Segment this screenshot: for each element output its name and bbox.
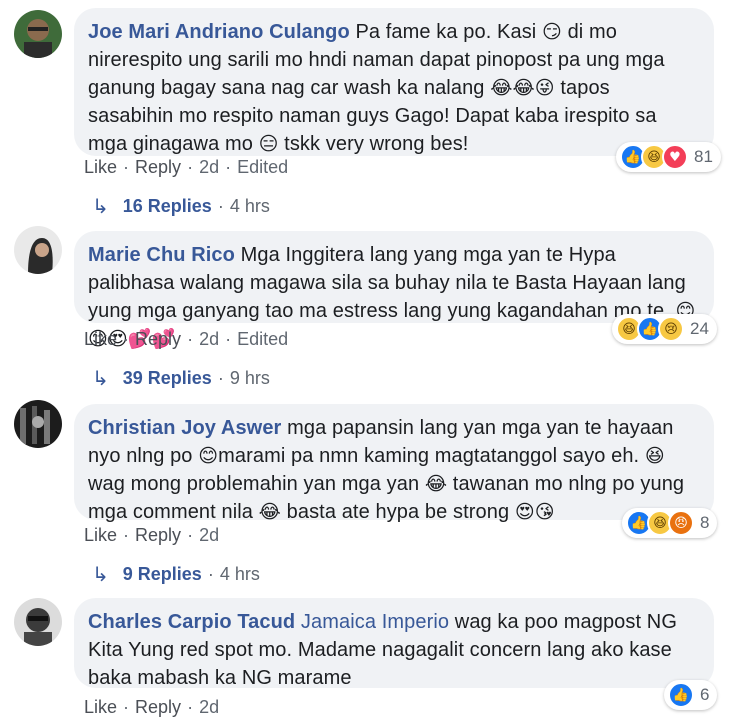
reaction-summary[interactable]: 👍 😆 ♥ 81 bbox=[616, 142, 721, 172]
avatar[interactable] bbox=[14, 226, 62, 274]
comment-actions: Like · Reply · 2d · Edited bbox=[84, 329, 289, 350]
reaction-count: 81 bbox=[694, 147, 713, 166]
comment-time[interactable]: 2d bbox=[199, 329, 219, 350]
view-replies-link[interactable]: ↳ 9 Replies · 4 hrs bbox=[92, 562, 260, 586]
reaction-summary[interactable]: 👍 😆 😠 8 bbox=[622, 508, 718, 538]
comment-author[interactable]: Joe Mari Andriano Culango bbox=[88, 21, 350, 43]
reply-link[interactable]: Reply bbox=[135, 525, 181, 546]
reply-link[interactable]: Reply bbox=[135, 697, 181, 718]
like-link[interactable]: Like bbox=[84, 525, 117, 546]
comment-bubble: Christian Joy Aswer mga papansin lang ya… bbox=[74, 404, 714, 523]
avatar[interactable] bbox=[14, 598, 62, 646]
like-link[interactable]: Like bbox=[84, 157, 117, 178]
like-link[interactable]: Like bbox=[84, 329, 117, 350]
reaction-count: 8 bbox=[700, 513, 710, 532]
reply-arrow-icon: ↳ bbox=[92, 562, 109, 586]
sad-face-icon: 😢 bbox=[658, 316, 684, 342]
mention-link[interactable]: Jamaica Imperio bbox=[301, 611, 449, 633]
reaction-summary[interactable]: 👍 6 bbox=[664, 680, 718, 710]
comment-author[interactable]: Christian Joy Aswer bbox=[88, 417, 281, 439]
avatar[interactable] bbox=[14, 10, 62, 58]
edited-label: Edited bbox=[237, 157, 289, 177]
reply-time: 4 hrs bbox=[219, 563, 260, 584]
reply-link[interactable]: Reply bbox=[135, 329, 181, 350]
comment-author[interactable]: Charles Carpio Tacud bbox=[88, 611, 295, 633]
reply-arrow-icon: ↳ bbox=[92, 366, 109, 390]
comment-time[interactable]: 2d bbox=[199, 525, 219, 546]
reaction-count: 6 bbox=[700, 685, 710, 704]
avatar[interactable] bbox=[14, 400, 62, 448]
reply-time: 9 hrs bbox=[229, 367, 270, 388]
thumbs-up-icon: 👍 bbox=[668, 682, 694, 708]
comment-time[interactable]: 2d bbox=[199, 157, 219, 178]
angry-face-icon: 😠 bbox=[668, 510, 694, 536]
comment-time[interactable]: 2d bbox=[199, 697, 219, 718]
comment-bubble: Charles Carpio Tacud Jamaica Imperio wag… bbox=[74, 598, 714, 689]
heart-icon: ♥ bbox=[662, 144, 688, 170]
like-link[interactable]: Like bbox=[84, 697, 117, 718]
comment-bubble: Marie Chu Rico Mga Inggitera lang yang m… bbox=[74, 231, 714, 350]
comment-actions: Like · Reply · 2d bbox=[84, 697, 220, 718]
reply-time: 4 hrs bbox=[229, 195, 270, 216]
reaction-summary[interactable]: 😆 👍 😢 24 bbox=[612, 314, 717, 344]
reply-count[interactable]: 39 Replies bbox=[123, 368, 212, 389]
comment-actions: Like · Reply · 2d bbox=[84, 525, 220, 546]
reaction-count: 24 bbox=[690, 319, 709, 338]
reply-count[interactable]: 16 Replies bbox=[123, 196, 212, 217]
reply-arrow-icon: ↳ bbox=[92, 194, 109, 218]
reply-link[interactable]: Reply bbox=[135, 157, 181, 178]
comment-author[interactable]: Marie Chu Rico bbox=[88, 244, 235, 266]
comment-actions: Like · Reply · 2d · Edited bbox=[84, 157, 289, 178]
view-replies-link[interactable]: ↳ 16 Replies · 4 hrs bbox=[92, 194, 270, 218]
view-replies-link[interactable]: ↳ 39 Replies · 9 hrs bbox=[92, 366, 270, 390]
reply-count[interactable]: 9 Replies bbox=[123, 564, 202, 585]
edited-label: Edited bbox=[237, 329, 289, 349]
comment-bubble: Joe Mari Andriano Culango Pa fame ka po.… bbox=[74, 8, 714, 156]
